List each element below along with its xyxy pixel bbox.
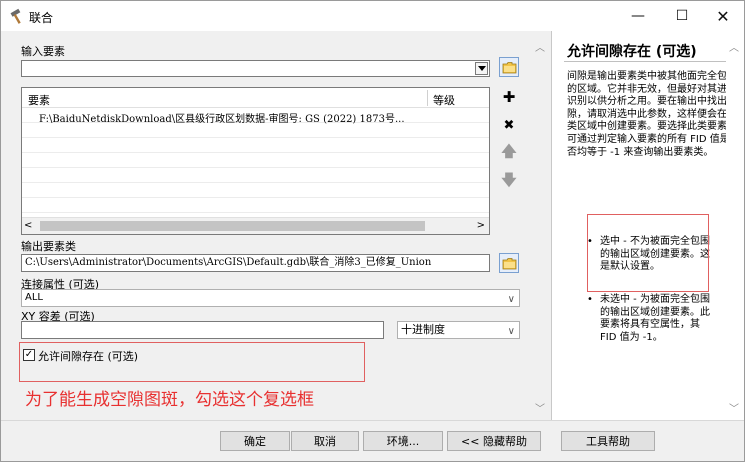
window-title: 联合 — [29, 11, 54, 25]
title-bar: 联合 — ☐ ✕ — [1, 1, 744, 31]
remove-icon: ✖ — [503, 117, 515, 133]
move-up-button[interactable]: 🡅 — [499, 141, 519, 163]
column-separator — [427, 90, 428, 106]
join-attributes-value: ALL — [25, 292, 43, 303]
xy-tolerance-unit-select[interactable]: 十进制度 ∨ — [397, 321, 520, 339]
scroll-right-icon[interactable]: > — [477, 220, 485, 231]
scroll-left-icon[interactable]: < — [24, 220, 32, 231]
table-row[interactable]: F:\BaiduNetdiskDownload\区县级行政区划数据-审图号: G… — [22, 109, 489, 125]
help-left-scroll — [552, 35, 566, 415]
feature-path: F:\BaiduNetdiskDownload\区县级行政区划数据-审图号: G… — [39, 114, 405, 125]
output-label: 输出要素类 — [21, 240, 76, 253]
table-row-empty[interactable] — [22, 199, 489, 213]
minimize-button[interactable]: — — [616, 1, 660, 31]
join-attributes-select[interactable]: ALL ∨ — [21, 289, 520, 307]
input-features-combo[interactable] — [21, 60, 490, 77]
unit-value: 十进制度 — [401, 323, 445, 336]
help-divider — [564, 61, 736, 62]
table-header: 要素 等级 — [22, 88, 489, 108]
table-row-empty[interactable] — [22, 184, 489, 198]
close-icon: ✕ — [716, 6, 730, 26]
hide-help-button[interactable]: << 隐藏帮助 — [447, 431, 541, 451]
gaps-checkbox[interactable]: ✓ — [23, 349, 35, 361]
bullet-text: 未选中 - 为被面完全包围的输出区域创建要素。此要素将具有空属性，其 FID 值… — [600, 294, 710, 343]
arrow-up-icon: 🡅 — [501, 141, 517, 160]
minimize-icon: — — [631, 8, 645, 24]
browse-output-button[interactable] — [499, 253, 519, 273]
browse-input-button[interactable] — [499, 57, 519, 77]
dialog-window: 联合 — ☐ ✕ 输入要素 要素 等级 F:\BaiduNetdiskDownl… — [0, 0, 745, 462]
scroll-down-icon[interactable]: ﹀ — [729, 400, 739, 415]
table-row-empty[interactable] — [22, 154, 489, 168]
help-vertical-scrollbar[interactable]: ︿ ﹀ — [726, 35, 742, 419]
remove-row-button[interactable]: ✖ — [499, 115, 519, 135]
help-description: 间隙是输出要素类中被其他面完全包围的区域。它并非无效，但最好对其进行识别以供分析… — [567, 71, 737, 158]
arrow-down-icon: 🡇 — [501, 170, 517, 189]
bullet-icon: • — [587, 294, 593, 305]
column-header-rank[interactable]: 等级 — [433, 92, 455, 108]
table-row-empty[interactable] — [22, 124, 489, 138]
gaps-label[interactable]: 允许间隙存在 (可选) — [38, 348, 138, 364]
plus-icon: ✚ — [502, 88, 516, 106]
input-features-table: 要素 等级 F:\BaiduNetdiskDownload\区县级行政区划数据-… — [21, 87, 490, 235]
column-header-feature[interactable]: 要素 — [28, 92, 50, 108]
scroll-up-icon[interactable]: ︿ — [535, 39, 545, 54]
folder-icon — [502, 257, 516, 269]
hammer-icon — [10, 8, 21, 24]
help-panel: 允许间隙存在 (可选) 间隙是输出要素类中被其他面完全包围的区域。它并非无效，但… — [551, 31, 744, 420]
cancel-button[interactable]: 取消 — [291, 431, 359, 451]
xy-tolerance-input[interactable] — [21, 321, 384, 339]
annotation-note: 为了能生成空隙图斑，勾选这个复选框 — [25, 390, 314, 410]
parameters-vertical-scrollbar[interactable]: ︿ ﹀ — [532, 35, 548, 419]
help-bullet-unchecked: • 未选中 - 为被面完全包围的输出区域创建要素。此要素将具有空属性，其 FID… — [587, 294, 717, 364]
button-bar: 确定 取消 环境... << 隐藏帮助 工具帮助 — [1, 420, 744, 461]
help-title: 允许间隙存在 (可选) — [567, 44, 697, 60]
table-row-empty[interactable] — [22, 169, 489, 183]
folder-icon — [502, 61, 516, 73]
parameters-panel: 输入要素 要素 等级 F:\BaiduNetdiskDownload\区县级行政… — [1, 31, 530, 419]
environments-button[interactable]: 环境... — [363, 431, 443, 451]
scroll-thumb[interactable] — [40, 221, 425, 231]
ok-button[interactable]: 确定 — [220, 431, 290, 451]
tool-help-button[interactable]: 工具帮助 — [561, 431, 655, 451]
horizontal-scrollbar[interactable]: < > — [22, 217, 489, 234]
maximize-icon: ☐ — [675, 8, 689, 24]
chevron-down-icon — [477, 66, 486, 71]
output-path-input[interactable]: C:\Users\Administrator\Documents\ArcGIS\… — [21, 254, 490, 272]
scroll-up-icon[interactable]: ︿ — [729, 39, 739, 54]
scroll-down-icon[interactable]: ﹀ — [535, 400, 545, 415]
move-down-button[interactable]: 🡇 — [499, 170, 519, 192]
close-button[interactable]: ✕ — [701, 1, 745, 31]
dropdown-arrow[interactable] — [475, 62, 488, 75]
add-row-button[interactable]: ✚ — [499, 87, 519, 107]
chevron-down-icon: ∨ — [507, 326, 515, 337]
maximize-button[interactable]: ☐ — [660, 1, 704, 31]
help-highlight-box — [587, 214, 709, 292]
table-row-empty[interactable] — [22, 139, 489, 153]
input-features-label: 输入要素 — [21, 45, 65, 58]
chevron-down-icon: ∨ — [507, 294, 515, 305]
